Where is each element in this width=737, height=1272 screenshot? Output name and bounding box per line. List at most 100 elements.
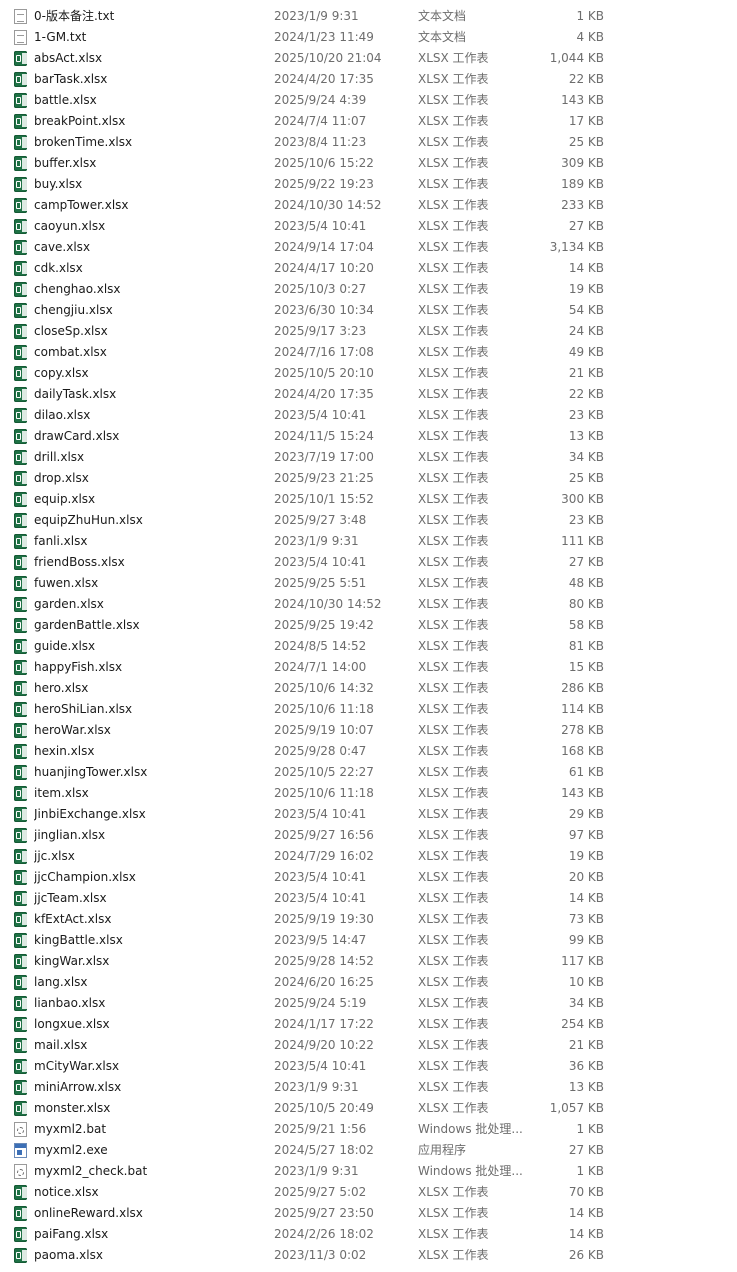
file-row[interactable]: buffer.xlsx 2025/10/6 15:22 XLSX 工作表 309 KB bbox=[0, 153, 737, 174]
file-name[interactable]: battle.xlsx bbox=[34, 90, 266, 111]
file-row[interactable]: absAct.xlsx 2025/10/20 21:04 XLSX 工作表 1,044… bbox=[0, 48, 737, 69]
file-name[interactable]: 1-GM.txt bbox=[34, 27, 266, 48]
file-name[interactable]: JinbiExchange.xlsx bbox=[34, 804, 266, 825]
file-row[interactable]: kfExtAct.xlsx 2025/9/19 19:30 XLSX 工作表 73 K… bbox=[0, 909, 737, 930]
file-name[interactable]: gardenBattle.xlsx bbox=[34, 615, 266, 636]
file-row[interactable]: fuwen.xlsx 2025/9/25 5:51 XLSX 工作表 48 KB bbox=[0, 573, 737, 594]
file-row[interactable]: item.xlsx 2025/10/6 11:18 XLSX 工作表 143 KB bbox=[0, 783, 737, 804]
file-row[interactable]: jjc.xlsx 2024/7/29 16:02 XLSX 工作表 19 KB bbox=[0, 846, 737, 867]
file-name[interactable]: equipZhuHun.xlsx bbox=[34, 510, 266, 531]
file-name[interactable]: jjcChampion.xlsx bbox=[34, 867, 266, 888]
file-name[interactable]: longxue.xlsx bbox=[34, 1014, 266, 1035]
file-name[interactable]: mCityWar.xlsx bbox=[34, 1056, 266, 1077]
file-name[interactable]: lang.xlsx bbox=[34, 972, 266, 993]
file-row[interactable]: 1-GM.txt 2024/1/23 11:49 文本文档 4 KB bbox=[0, 27, 737, 48]
file-row[interactable]: jjcTeam.xlsx 2023/5/4 10:41 XLSX 工作表 14 KB bbox=[0, 888, 737, 909]
file-row[interactable]: buy.xlsx 2025/9/22 19:23 XLSX 工作表 189 KB bbox=[0, 174, 737, 195]
file-row[interactable]: caoyun.xlsx 2023/5/4 10:41 XLSX 工作表 27 KB bbox=[0, 216, 737, 237]
file-name[interactable]: miniArrow.xlsx bbox=[34, 1077, 266, 1098]
file-name[interactable]: jinglian.xlsx bbox=[34, 825, 266, 846]
file-row[interactable]: longxue.xlsx 2024/1/17 17:22 XLSX 工作表 254 K… bbox=[0, 1014, 737, 1035]
file-row[interactable]: JinbiExchange.xlsx 2023/5/4 10:41 XLSX 工作表… bbox=[0, 804, 737, 825]
file-row[interactable]: hexin.xlsx 2025/9/28 0:47 XLSX 工作表 168 KB bbox=[0, 741, 737, 762]
file-name[interactable]: equip.xlsx bbox=[34, 489, 266, 510]
file-name[interactable]: barTask.xlsx bbox=[34, 69, 266, 90]
file-name[interactable]: paoma.xlsx bbox=[34, 1245, 266, 1266]
file-row[interactable]: chengjiu.xlsx 2023/6/30 10:34 XLSX 工作表 54 K… bbox=[0, 300, 737, 321]
file-name[interactable]: combat.xlsx bbox=[34, 342, 266, 363]
file-name[interactable]: fuwen.xlsx bbox=[34, 573, 266, 594]
file-row[interactable]: happyFish.xlsx 2024/7/1 14:00 XLSX 工作表 15 K… bbox=[0, 657, 737, 678]
file-row[interactable]: barTask.xlsx 2024/4/20 17:35 XLSX 工作表 22 KB bbox=[0, 69, 737, 90]
file-row[interactable]: paoma.xlsx 2023/11/3 0:02 XLSX 工作表 26 KB bbox=[0, 1245, 737, 1266]
file-row[interactable]: myxml2.bat 2025/9/21 1:56 Windows 批处理... 1 … bbox=[0, 1119, 737, 1140]
file-row[interactable]: kingBattle.xlsx 2023/9/5 14:47 XLSX 工作表 99 … bbox=[0, 930, 737, 951]
file-name[interactable]: lianbao.xlsx bbox=[34, 993, 266, 1014]
file-row[interactable]: campTower.xlsx 2024/10/30 14:52 XLSX 工作表 23… bbox=[0, 195, 737, 216]
file-name[interactable]: copy.xlsx bbox=[34, 363, 266, 384]
file-row[interactable]: gardenBattle.xlsx 2025/9/25 19:42 XLSX 工作表… bbox=[0, 615, 737, 636]
file-name[interactable]: item.xlsx bbox=[34, 783, 266, 804]
file-row[interactable]: lang.xlsx 2024/6/20 16:25 XLSX 工作表 10 KB bbox=[0, 972, 737, 993]
file-row[interactable]: monster.xlsx 2025/10/5 20:49 XLSX 工作表 1,057… bbox=[0, 1098, 737, 1119]
file-name[interactable]: campTower.xlsx bbox=[34, 195, 266, 216]
file-row[interactable]: lianbao.xlsx 2025/9/24 5:19 XLSX 工作表 34 KB bbox=[0, 993, 737, 1014]
file-row[interactable]: onlineReward.xlsx 2025/9/27 23:50 XLSX 工作表… bbox=[0, 1203, 737, 1224]
file-row[interactable]: combat.xlsx 2024/7/16 17:08 XLSX 工作表 49 KB bbox=[0, 342, 737, 363]
file-name[interactable]: myxml2.exe bbox=[34, 1140, 266, 1161]
file-row[interactable]: friendBoss.xlsx 2023/5/4 10:41 XLSX 工作表 27 … bbox=[0, 552, 737, 573]
file-row[interactable]: cave.xlsx 2024/9/14 17:04 XLSX 工作表 3,134 KB bbox=[0, 237, 737, 258]
file-row[interactable]: breakPoint.xlsx 2024/7/4 11:07 XLSX 工作表 17 … bbox=[0, 111, 737, 132]
file-name[interactable]: drill.xlsx bbox=[34, 447, 266, 468]
file-name[interactable]: garden.xlsx bbox=[34, 594, 266, 615]
file-name[interactable]: myxml2_check.bat bbox=[34, 1161, 266, 1182]
file-row[interactable]: closeSp.xlsx 2025/9/17 3:23 XLSX 工作表 24 KB bbox=[0, 321, 737, 342]
file-row[interactable]: drop.xlsx 2025/9/23 21:25 XLSX 工作表 25 KB bbox=[0, 468, 737, 489]
file-name[interactable]: kfExtAct.xlsx bbox=[34, 909, 266, 930]
file-name[interactable]: fanli.xlsx bbox=[34, 531, 266, 552]
file-name[interactable]: closeSp.xlsx bbox=[34, 321, 266, 342]
file-name[interactable]: absAct.xlsx bbox=[34, 48, 266, 69]
file-row[interactable]: paiFang.xlsx 2024/2/26 18:02 XLSX 工作表 14 KB bbox=[0, 1224, 737, 1245]
file-name[interactable]: breakPoint.xlsx bbox=[34, 111, 266, 132]
file-row[interactable]: mail.xlsx 2024/9/20 10:22 XLSX 工作表 21 KB bbox=[0, 1035, 737, 1056]
file-row[interactable]: garden.xlsx 2024/10/30 14:52 XLSX 工作表 80 KB bbox=[0, 594, 737, 615]
file-name[interactable]: hero.xlsx bbox=[34, 678, 266, 699]
file-name[interactable]: brokenTime.xlsx bbox=[34, 132, 266, 153]
file-name[interactable]: huanjingTower.xlsx bbox=[34, 762, 266, 783]
file-name[interactable]: jjcTeam.xlsx bbox=[34, 888, 266, 909]
file-row[interactable]: battle.xlsx 2025/9/24 4:39 XLSX 工作表 143 KB bbox=[0, 90, 737, 111]
file-name[interactable]: heroShiLian.xlsx bbox=[34, 699, 266, 720]
file-row[interactable]: equipZhuHun.xlsx 2025/9/27 3:48 XLSX 工作表 23… bbox=[0, 510, 737, 531]
file-row[interactable]: huanjingTower.xlsx 2025/10/5 22:27 XLSX 工作… bbox=[0, 762, 737, 783]
file-row[interactable]: notice.xlsx 2025/9/27 5:02 XLSX 工作表 70 KB bbox=[0, 1182, 737, 1203]
file-row[interactable]: drill.xlsx 2023/7/19 17:00 XLSX 工作表 34 KB bbox=[0, 447, 737, 468]
file-name[interactable]: notice.xlsx bbox=[34, 1182, 266, 1203]
file-name[interactable]: kingBattle.xlsx bbox=[34, 930, 266, 951]
file-name[interactable]: 0-版本备注.txt bbox=[34, 6, 266, 27]
file-row[interactable]: cdk.xlsx 2024/4/17 10:20 XLSX 工作表 14 KB bbox=[0, 258, 737, 279]
file-name[interactable]: paiFang.xlsx bbox=[34, 1224, 266, 1245]
file-name[interactable]: cdk.xlsx bbox=[34, 258, 266, 279]
file-row[interactable]: mCityWar.xlsx 2023/5/4 10:41 XLSX 工作表 36 KB bbox=[0, 1056, 737, 1077]
file-row[interactable]: drawCard.xlsx 2024/11/5 15:24 XLSX 工作表 13 K… bbox=[0, 426, 737, 447]
file-row[interactable]: dailyTask.xlsx 2024/4/20 17:35 XLSX 工作表 22 … bbox=[0, 384, 737, 405]
file-row[interactable]: hero.xlsx 2025/10/6 14:32 XLSX 工作表 286 KB bbox=[0, 678, 737, 699]
file-row[interactable]: heroWar.xlsx 2025/9/19 10:07 XLSX 工作表 278 K… bbox=[0, 720, 737, 741]
file-name[interactable]: friendBoss.xlsx bbox=[34, 552, 266, 573]
file-name[interactable]: monster.xlsx bbox=[34, 1098, 266, 1119]
file-row[interactable]: guide.xlsx 2024/8/5 14:52 XLSX 工作表 81 KB bbox=[0, 636, 737, 657]
file-name[interactable]: guide.xlsx bbox=[34, 636, 266, 657]
file-name[interactable]: chenghao.xlsx bbox=[34, 279, 266, 300]
file-name[interactable]: onlineReward.xlsx bbox=[34, 1203, 266, 1224]
file-row[interactable]: jjcChampion.xlsx 2023/5/4 10:41 XLSX 工作表 20… bbox=[0, 867, 737, 888]
file-row[interactable]: fanli.xlsx 2023/1/9 9:31 XLSX 工作表 111 KB bbox=[0, 531, 737, 552]
file-row[interactable]: equip.xlsx 2025/10/1 15:52 XLSX 工作表 300 KB bbox=[0, 489, 737, 510]
file-name[interactable]: dailyTask.xlsx bbox=[34, 384, 266, 405]
file-name[interactable]: drop.xlsx bbox=[34, 468, 266, 489]
file-name[interactable]: myxml2.bat bbox=[34, 1119, 266, 1140]
file-name[interactable]: chengjiu.xlsx bbox=[34, 300, 266, 321]
file-name[interactable]: buy.xlsx bbox=[34, 174, 266, 195]
file-row[interactable]: copy.xlsx 2025/10/5 20:10 XLSX 工作表 21 KB bbox=[0, 363, 737, 384]
file-name[interactable]: heroWar.xlsx bbox=[34, 720, 266, 741]
